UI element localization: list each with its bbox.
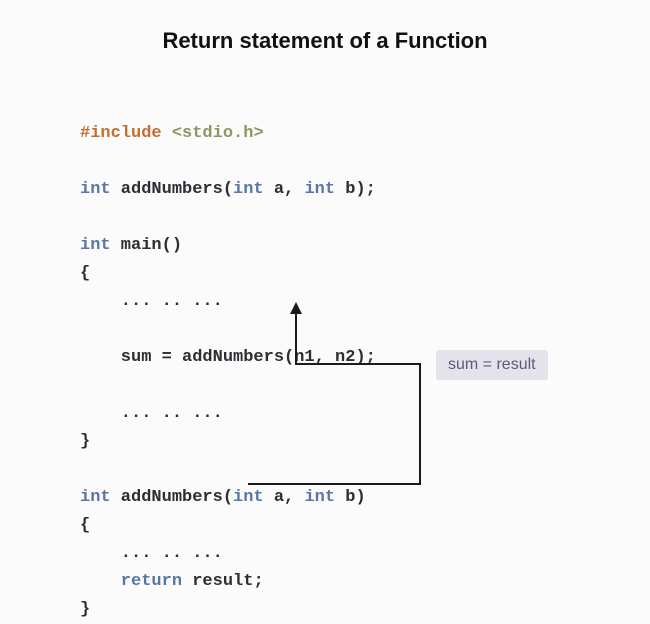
tok: a,: [264, 180, 305, 199]
tok: addNumbers(: [111, 488, 233, 507]
tok-brace: }: [80, 432, 90, 451]
tok-call: sum = addNumbers(n1, n2);: [80, 348, 376, 367]
page-title: Return statement of a Function: [0, 0, 650, 54]
tok-int: int: [80, 488, 111, 507]
tok-int: int: [80, 236, 111, 255]
tok-dots: ... .. ...: [80, 544, 223, 563]
tok-brace: }: [80, 600, 90, 619]
tok: main(): [111, 236, 182, 255]
tok-include: #include: [80, 124, 162, 143]
tok-int: int: [233, 488, 264, 507]
tok-int: int: [80, 180, 111, 199]
tok: b);: [335, 180, 376, 199]
tok-int: int: [304, 488, 335, 507]
code-block: #include <stdio.h> int addNumbers(int a,…: [80, 92, 376, 624]
tok-dots: ... .. ...: [80, 292, 223, 311]
tok: result;: [182, 572, 264, 591]
tok: addNumbers(: [111, 180, 233, 199]
tok-int: int: [233, 180, 264, 199]
tok-dots: ... .. ...: [80, 404, 223, 423]
callout-badge: sum = result: [436, 350, 548, 380]
tok: a,: [264, 488, 305, 507]
tok-return: return: [80, 572, 182, 591]
tok: b): [335, 488, 366, 507]
tok-int: int: [304, 180, 335, 199]
tok-header: <stdio.h>: [172, 124, 264, 143]
tok-brace: {: [80, 264, 90, 283]
tok-brace: {: [80, 516, 90, 535]
